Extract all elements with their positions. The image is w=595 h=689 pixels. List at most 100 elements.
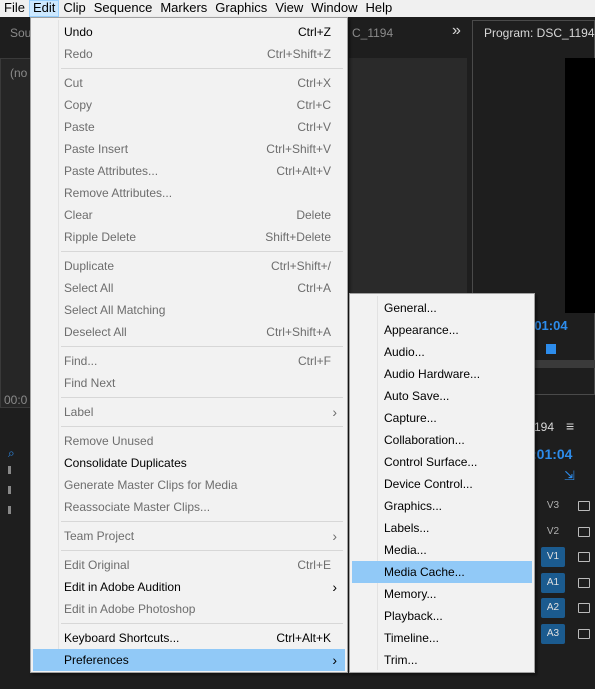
menu-item-label: Ripple Delete [64,230,137,244]
menu-item-select-all[interactable]: Select All Ctrl+A [33,277,345,299]
program-title: Program: DSC_1194 [484,26,595,40]
menu-item-find-next[interactable]: Find Next [33,372,345,394]
menu-item-shortcut: Ctrl+Shift+Z [266,47,331,61]
track-a1-button[interactable]: A1 [541,572,565,593]
menu-item-consolidate-duplicates[interactable]: Consolidate Duplicates [33,452,345,474]
menu-item-select-all-matching[interactable]: Select All Matching [33,299,345,321]
pref-item-label: General... [384,301,437,315]
menu-item-ripple-delete[interactable]: Ripple Delete Shift+Delete [33,226,345,248]
menubar-graphics[interactable]: Graphics [211,0,271,17]
menu-item-edit-in-adobe-audition[interactable]: Edit in Adobe Audition › [33,576,345,598]
pref-item-label: Memory... [384,587,437,601]
track-output-icon[interactable] [578,552,590,562]
menu-item-remove-unused[interactable]: Remove Unused [33,430,345,452]
menu-item-label: Paste Attributes... [64,164,159,178]
menubar-sequence[interactable]: Sequence [90,0,157,17]
menu-item-clear[interactable]: Clear Delete [33,204,345,226]
bin-row[interactable] [8,506,28,514]
pref-item-labels[interactable]: Labels... [352,517,532,539]
track-a2-button[interactable]: A2 [541,598,565,618]
menu-item-reassociate-master-clips[interactable]: Reassociate Master Clips... [33,496,345,518]
track-v3-button[interactable]: V3 [541,496,565,516]
pref-item-playback[interactable]: Playback... [352,605,532,627]
menu-separator [61,623,343,624]
playhead-icon[interactable] [546,344,556,354]
pref-item-control-surface[interactable]: Control Surface... [352,451,532,473]
pref-item-device-control[interactable]: Device Control... [352,473,532,495]
pref-item-general[interactable]: General... [352,297,532,319]
pref-item-capture[interactable]: Capture... [352,407,532,429]
menu-separator [61,550,343,551]
menu-item-paste-attributes[interactable]: Paste Attributes... Ctrl+Alt+V [33,160,345,182]
source-monitor-2 [349,58,467,298]
submenu-arrow-icon: › [332,528,337,544]
menu-item-keyboard-shortcuts[interactable]: Keyboard Shortcuts... Ctrl+Alt+K [33,627,345,649]
track-output-icon[interactable] [578,628,590,639]
panel-menu-icon[interactable]: ≡ [566,418,574,434]
menu-item-paste-insert[interactable]: Paste Insert Ctrl+Shift+V [33,138,345,160]
pref-item-media[interactable]: Media... [352,539,532,561]
panel-overflow-chevrons[interactable]: » [452,22,461,40]
bin-row[interactable] [8,466,28,474]
menubar-markers[interactable]: Markers [156,0,211,17]
menu-item-label: Cut [64,76,83,90]
menu-item-label: Generate Master Clips for Media [64,478,238,492]
menu-item-remove-attributes[interactable]: Remove Attributes... [33,182,345,204]
menu-item-team-project[interactable]: Team Project › [33,525,345,547]
pref-item-collaboration[interactable]: Collaboration... [352,429,532,451]
menu-item-edit-original[interactable]: Edit Original Ctrl+E [33,554,345,576]
menu-item-label: Team Project [64,529,135,543]
pref-item-graphics[interactable]: Graphics... [352,495,532,517]
no-clip-label: (no [10,66,28,80]
track-output-icon[interactable] [578,501,590,511]
menu-item-preferences[interactable]: Preferences › [33,649,345,671]
menu-item-label: Select All Matching [64,303,166,317]
track-output-icon[interactable] [578,577,590,588]
track-output-icon[interactable] [578,526,590,537]
menu-item-label: Copy [64,98,93,112]
track-a3-button[interactable]: A3 [541,623,565,644]
menubar-clip[interactable]: Clip [59,0,89,17]
menu-item-label: Duplicate [64,259,115,273]
pref-item-trim[interactable]: Trim... [352,649,532,671]
menu-item-duplicate[interactable]: Duplicate Ctrl+Shift+/ [33,255,345,277]
menubar-window[interactable]: Window [307,0,361,17]
pref-item-memory[interactable]: Memory... [352,583,532,605]
menu-item-deselect-all[interactable]: Deselect All Ctrl+Shift+A [33,321,345,343]
pref-item-auto-save[interactable]: Auto Save... [352,385,532,407]
menu-item-cut[interactable]: Cut Ctrl+X [33,72,345,94]
menu-item-edit-in-adobe-photoshop[interactable]: Edit in Adobe Photoshop [33,598,345,620]
pref-item-label: Audio Hardware... [384,367,481,381]
menu-separator [61,397,343,398]
menu-separator [61,346,343,347]
pref-item-timeline[interactable]: Timeline... [352,627,532,649]
bin-row[interactable] [8,486,28,494]
track-v1-button[interactable]: V1 [541,547,565,567]
menu-item-generate-master-clips-for-media[interactable]: Generate Master Clips for Media [33,474,345,496]
menu-item-label: Remove Unused [64,434,154,448]
menu-item-label[interactable]: Label › [33,401,345,423]
menubar-file[interactable]: File [0,0,29,17]
track-output-icon[interactable] [578,603,590,613]
source-tab[interactable]: Sou [10,26,31,40]
timeline-sequence-name: 194 [534,420,555,434]
pref-item-media-cache[interactable]: Media Cache... [352,561,532,583]
menu-item-shortcut: Ctrl+A [297,281,331,295]
menu-item-shortcut: Ctrl+F [298,354,331,368]
menubar-help[interactable]: Help [362,0,397,17]
pref-item-audio-hardware[interactable]: Audio Hardware... [352,363,532,385]
menu-item-undo[interactable]: Undo Ctrl+Z [33,21,345,43]
pref-item-appearance[interactable]: Appearance... [352,319,532,341]
menu-item-paste[interactable]: Paste Ctrl+V [33,116,345,138]
menu-item-find[interactable]: Find... Ctrl+F [33,350,345,372]
track-v2-button[interactable]: V2 [541,522,565,542]
menu-item-copy[interactable]: Copy Ctrl+C [33,94,345,116]
pref-item-label: Appearance... [384,323,459,337]
menubar-edit[interactable]: Edit [28,0,60,17]
snap-icon[interactable]: ⇲ [564,468,575,484]
menubar-view[interactable]: View [271,0,307,17]
search-icon[interactable]: ⌕ [8,446,15,461]
submenu-arrow-icon: › [332,404,337,420]
menu-item-redo[interactable]: Redo Ctrl+Shift+Z [33,43,345,65]
pref-item-audio[interactable]: Audio... [352,341,532,363]
